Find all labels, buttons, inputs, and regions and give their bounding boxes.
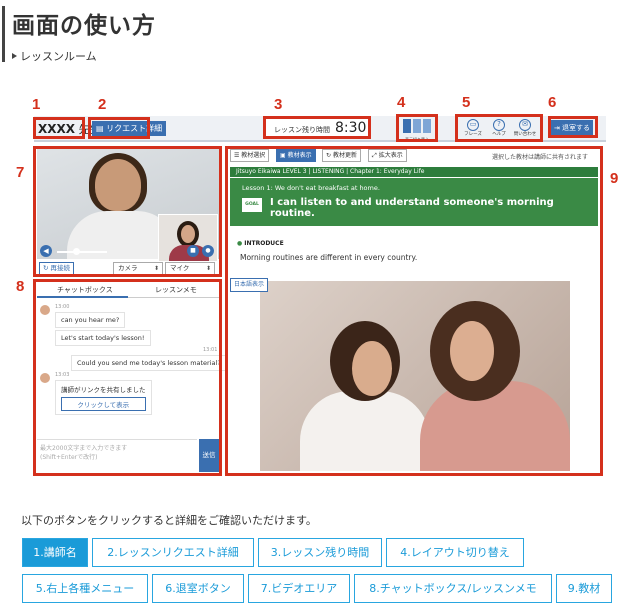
marker-4: 4 bbox=[397, 94, 406, 111]
highlight-6 bbox=[548, 116, 598, 138]
marker-7: 7 bbox=[16, 164, 25, 181]
highlight-4 bbox=[396, 114, 438, 142]
page-header: 画面の使い方 レッスンルーム bbox=[0, 0, 640, 66]
nav-request-detail[interactable]: 2.レッスンリクエスト詳細 bbox=[92, 538, 254, 567]
header-accent-bar bbox=[2, 6, 5, 62]
nav-leave-button[interactable]: 6.退室ボタン bbox=[152, 574, 244, 603]
nav-teacher-name[interactable]: 1.講師名 bbox=[22, 538, 88, 567]
marker-6: 6 bbox=[548, 94, 557, 111]
nav-layout-toggle[interactable]: 4.レイアウト切り替え bbox=[386, 538, 524, 567]
marker-2: 2 bbox=[98, 96, 107, 113]
highlight-3 bbox=[263, 116, 371, 139]
nav-video-area[interactable]: 7.ビデオエリア bbox=[248, 574, 350, 603]
nav-chatbox-memo[interactable]: 8.チャットボックス/レッスンメモ bbox=[354, 574, 552, 603]
nav-material[interactable]: 9.教材 bbox=[556, 574, 612, 603]
highlight-2 bbox=[88, 117, 150, 139]
instruction-text: 以下のボタンをクリックすると詳細をご確認いただけます。 bbox=[21, 514, 317, 527]
page-subtitle: レッスンルーム bbox=[12, 48, 97, 64]
marker-8: 8 bbox=[16, 278, 25, 295]
highlight-7 bbox=[33, 146, 222, 277]
highlight-9 bbox=[225, 146, 603, 476]
nav-top-right-menu[interactable]: 5.右上各種メニュー bbox=[22, 574, 148, 603]
marker-1: 1 bbox=[32, 96, 41, 113]
highlight-8 bbox=[33, 279, 222, 476]
highlight-5 bbox=[455, 114, 543, 142]
marker-5: 5 bbox=[462, 94, 471, 111]
marker-3: 3 bbox=[274, 96, 283, 113]
page-title: 画面の使い方 bbox=[12, 13, 156, 39]
nav-remaining-time[interactable]: 3.レッスン残り時間 bbox=[258, 538, 382, 567]
highlight-1 bbox=[33, 117, 85, 139]
marker-9: 9 bbox=[610, 170, 619, 187]
